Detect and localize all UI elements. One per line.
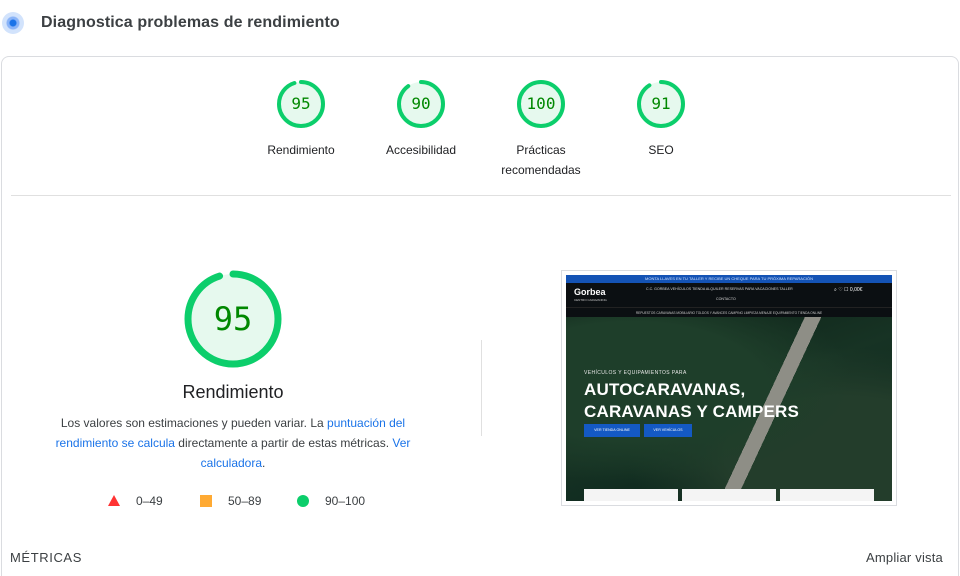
site-subnav: REPUESTOS CARAVANAS MOBILIARIO TOLDOS Y … — [566, 307, 892, 317]
divider — [11, 195, 951, 196]
site-nav-links: C.C. GORBEA VEHÍCULOS TIENDA ALQUILER RE… — [646, 287, 793, 291]
score-summary: 95 Rendimiento 90 Accesibilidad 100 Prác… — [0, 80, 960, 190]
page-title: Diagnostica problemas de rendimiento — [41, 14, 340, 31]
score-performance[interactable]: 95 Rendimiento — [241, 80, 361, 160]
expand-view-toggle[interactable]: Ampliar vista — [866, 550, 943, 565]
site-topbar: MONTA LLAVES EN TU TALLER Y RECIBE UN CH… — [566, 275, 892, 283]
best-practices-gauge: 100 — [517, 80, 565, 128]
score-legend: 0–49 50–89 90–100 — [108, 492, 428, 510]
page-header: Diagnostica problemas de rendimiento — [0, 0, 960, 50]
vertical-divider — [481, 340, 482, 436]
score-label: SEO — [648, 143, 674, 157]
hero-button-shop: VER TIENDA ONLINE — [584, 424, 640, 437]
performance-score-value: 95 — [213, 300, 253, 338]
circle-icon — [297, 495, 309, 507]
score-label: Prácticas recomendadas — [501, 143, 581, 177]
hero-cards — [584, 489, 874, 501]
score-label: Accesibilidad — [385, 143, 457, 157]
score-best-practices[interactable]: 100 Prácticas recomendadas — [481, 80, 601, 180]
hero-kicker: VEHÍCULOS Y EQUIPAMIENTOS PARA — [584, 370, 687, 376]
site-logo: Gorbea — [574, 287, 606, 297]
performance-description: Los valores son estimaciones y pueden va… — [55, 416, 411, 470]
square-icon — [200, 495, 212, 507]
site-hero-image: VEHÍCULOS Y EQUIPAMIENTOS PARA AUTOCARAV… — [566, 317, 892, 501]
seo-gauge: 91 — [637, 80, 685, 128]
site-nav-icons: ⌕ ♡ ☐ 0,00€ — [834, 287, 863, 293]
triangle-icon — [108, 495, 120, 506]
site-nav: Gorbea CENTRO CARAVANING C.C. GORBEA VEH… — [566, 283, 892, 307]
hero-card — [780, 489, 874, 501]
performance-gauge: 95 — [277, 80, 325, 128]
score-label: Rendimiento — [267, 143, 335, 157]
performance-score-gauge: 95 — [184, 270, 282, 368]
hero-card — [584, 489, 678, 501]
metrics-heading: MÉTRICAS — [10, 550, 82, 565]
site-nav-links-2: CONTACTO — [716, 297, 736, 301]
hero-headline: AUTOCARAVANAS, CARAVANAS Y CAMPERS — [584, 380, 800, 421]
accessibility-gauge: 90 — [397, 80, 445, 128]
hero-button-vehicles: VER VEHÍCULOS — [644, 424, 692, 437]
score-accessibility[interactable]: 90 Accesibilidad — [361, 80, 481, 160]
page-screenshot[interactable]: MONTA LLAVES EN TU TALLER Y RECIBE UN CH… — [561, 270, 897, 506]
site-preview: MONTA LLAVES EN TU TALLER Y RECIBE UN CH… — [566, 275, 892, 501]
lighthouse-icon — [2, 12, 24, 34]
site-logo-sub: CENTRO CARAVANING — [574, 298, 607, 302]
hero-card — [682, 489, 776, 501]
score-seo[interactable]: 91 SEO — [601, 80, 721, 160]
performance-title: Rendimiento — [182, 382, 284, 402]
